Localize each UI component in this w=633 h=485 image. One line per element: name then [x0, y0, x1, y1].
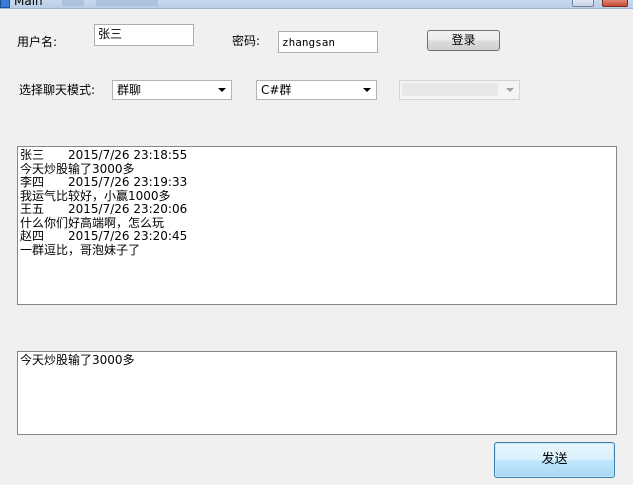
member-select	[399, 80, 520, 100]
window-title: Main	[14, 0, 43, 8]
chevron-down-icon	[506, 88, 514, 92]
message-sender: 李四	[20, 175, 45, 189]
close-button[interactable]	[602, 0, 628, 7]
message-header: 赵四 2015/7/26 23:20:45	[20, 229, 614, 244]
password-field[interactable]: zhangsan	[278, 31, 378, 53]
chat-mode-select[interactable]: 群聊	[112, 80, 232, 100]
message-text: 什么你们好高端啊，怎么玩	[20, 215, 165, 230]
title-bar: Main	[0, 0, 633, 9]
message-timestamp: 2015/7/26 23:20:45	[68, 229, 188, 243]
message-sender: 赵四	[20, 229, 45, 243]
app-icon	[0, 0, 10, 8]
send-button[interactable]: 发送	[494, 442, 615, 478]
main-window: Main 用户名: 张三 密码: zhangsan 登录 选择聊天模式: 群聊 …	[0, 0, 633, 485]
chevron-down-icon[interactable]	[363, 88, 371, 92]
message-text: 我运气比较好，小赢1000多	[20, 188, 171, 203]
message-history[interactable]: 张三 2015/7/26 23:18:55 今天炒股输了3000多 李四 2015/7/…	[17, 146, 617, 305]
title-bar-blurred-region	[96, 0, 158, 6]
message-header: 李四 2015/7/26 23:19:33	[20, 175, 614, 190]
message-timestamp: 2015/7/26 23:20:06	[68, 202, 188, 216]
message-sender: 张三	[20, 148, 45, 162]
title-bar-blurred-region	[62, 0, 84, 6]
username-label: 用户名:	[17, 35, 58, 49]
minimize-button[interactable]	[572, 0, 594, 7]
message-timestamp: 2015/7/26 23:19:33	[68, 175, 188, 189]
chat-mode-selected-value: 群聊	[117, 83, 142, 97]
password-label: 密码:	[232, 34, 261, 48]
member-select-field	[402, 83, 498, 96]
message-header: 王五 2015/7/26 23:20:06	[20, 202, 614, 217]
message-sender: 王五	[20, 202, 45, 216]
login-button[interactable]: 登录	[427, 30, 500, 51]
chevron-down-icon[interactable]	[218, 88, 226, 92]
message-header: 张三 2015/7/26 23:18:55	[20, 148, 614, 163]
message-text: 一群逗比，哥泡妹子了	[20, 242, 141, 257]
username-field[interactable]: 张三	[94, 24, 194, 46]
message-input[interactable]: 今天炒股输了3000多	[17, 351, 617, 435]
message-input-text: 今天炒股输了3000多	[20, 353, 135, 367]
chat-mode-label: 选择聊天模式:	[19, 83, 96, 97]
group-select[interactable]: C#群	[256, 80, 377, 100]
group-selected-value: C#群	[261, 83, 292, 97]
message-timestamp: 2015/7/26 23:18:55	[68, 148, 188, 162]
message-text: 今天炒股输了3000多	[20, 161, 135, 176]
